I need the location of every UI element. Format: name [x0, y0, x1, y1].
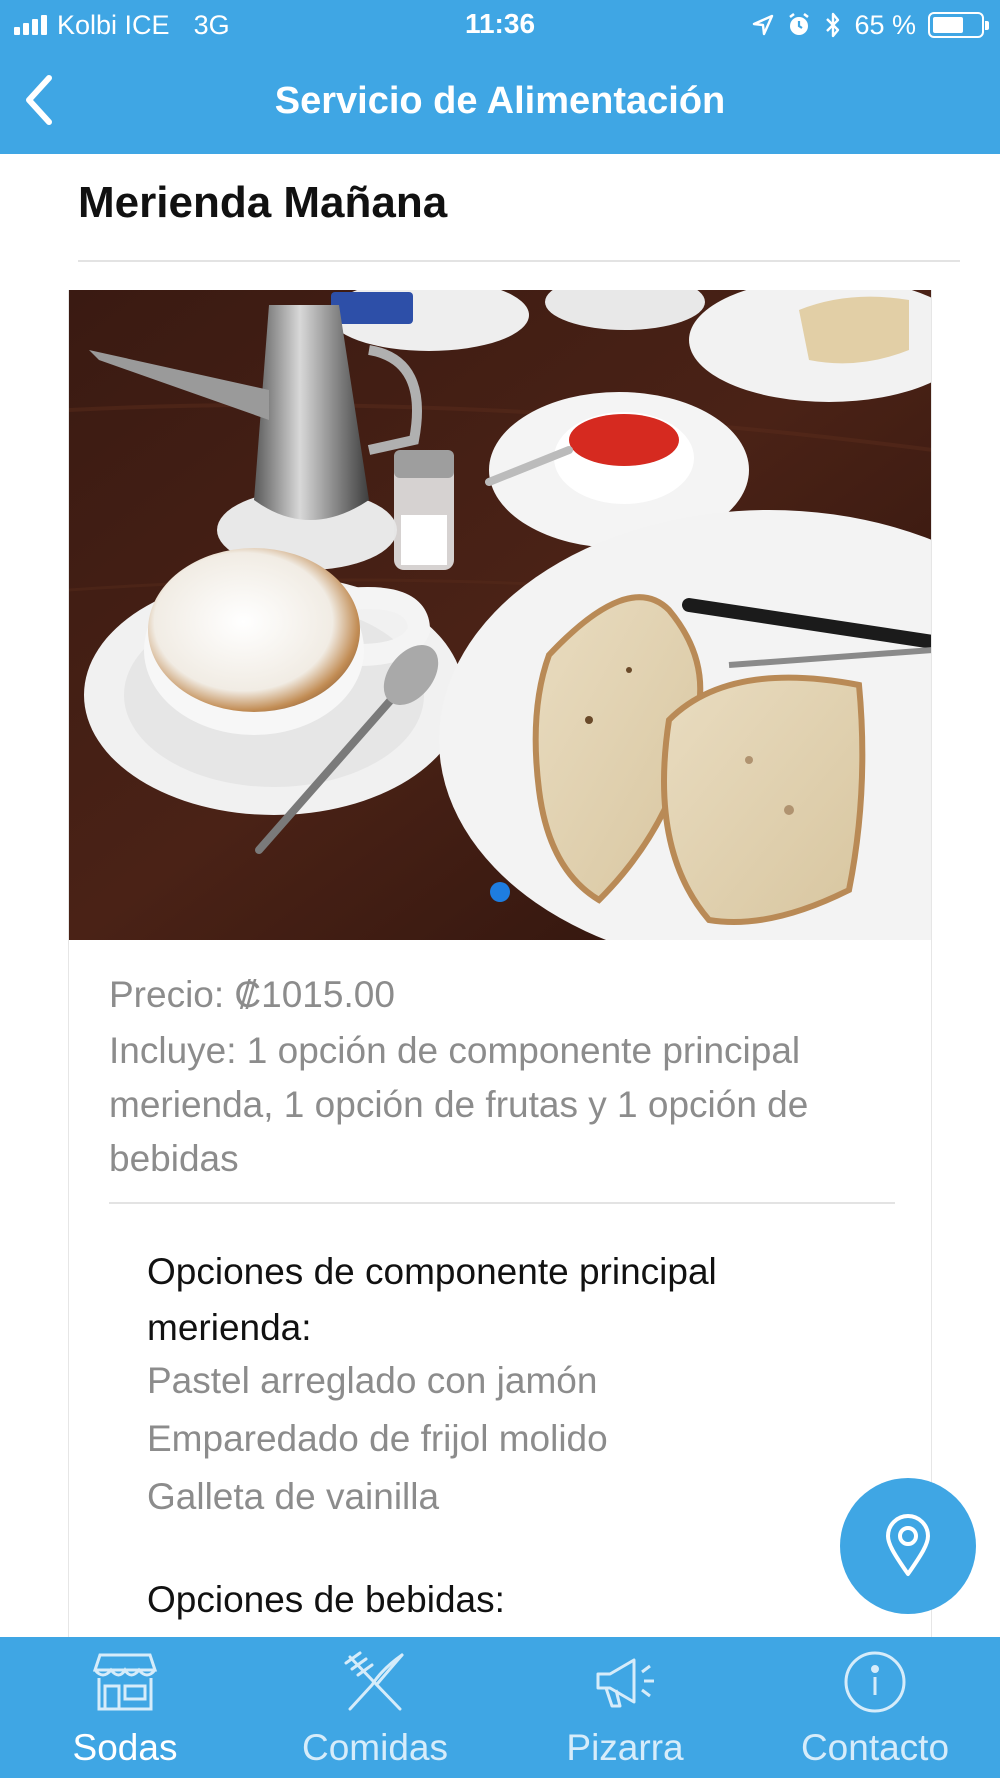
battery-percent: 65 %: [854, 9, 916, 40]
photo-carousel[interactable]: [69, 290, 931, 940]
tab-sodas[interactable]: Sodas: [0, 1637, 250, 1778]
price-label: Precio: ₡1015.00: [109, 974, 395, 1015]
food-photo: [69, 290, 931, 940]
menu-card: Precio: ₡1015.00 Incluye: 1 opción de co…: [68, 290, 932, 1690]
store-icon: [90, 1647, 160, 1717]
status-right: 65 %: [752, 8, 989, 42]
status-bar: Kolbi ICE 3G 11:36 65 %: [0, 0, 1000, 50]
megaphone-icon: [590, 1647, 660, 1717]
divider: [78, 260, 960, 262]
alarm-icon: [789, 12, 810, 35]
option-item: Galleta de vainilla: [147, 1476, 440, 1517]
page-title: Merienda Mañana: [78, 178, 448, 227]
option-item: Pastel arreglado con jamón: [147, 1360, 598, 1401]
nav-title: Servicio de Alimentación: [274, 80, 726, 122]
tab-contacto[interactable]: Contacto: [750, 1637, 1000, 1778]
nav-bar: Servicio de Alimentación: [0, 50, 1000, 154]
option-item: Emparedado de frijol molido: [147, 1418, 608, 1459]
tab-label: Contacto: [800, 1727, 950, 1768]
location-pin-icon: [886, 1514, 930, 1576]
fork-knife-icon: [340, 1647, 410, 1717]
main-options-heading: Opciones de componente principal meriend…: [147, 1251, 717, 1348]
info-icon: [840, 1647, 910, 1717]
includes-text: Incluye: 1 opción de componente principa…: [109, 1030, 809, 1179]
drinks-options-heading: Opciones de bebidas:: [147, 1579, 505, 1620]
location-arrow-icon: [753, 14, 774, 36]
carousel-dot[interactable]: [490, 882, 510, 902]
tab-pizarra[interactable]: Pizarra: [500, 1637, 750, 1778]
header: Kolbi ICE 3G 11:36 65 % Servicio de Alim…: [0, 0, 1000, 154]
tab-label: Comidas: [302, 1727, 448, 1768]
location-button[interactable]: [840, 1478, 976, 1614]
bluetooth-icon: [826, 12, 840, 38]
tab-bar: Sodas Comidas Pizarra Contacto: [0, 1637, 1000, 1778]
tab-label: Sodas: [72, 1727, 178, 1768]
tab-label: Pizarra: [566, 1727, 684, 1768]
tab-comidas[interactable]: Comidas: [250, 1637, 500, 1778]
divider: [109, 1202, 895, 1204]
battery-icon: [928, 12, 989, 38]
